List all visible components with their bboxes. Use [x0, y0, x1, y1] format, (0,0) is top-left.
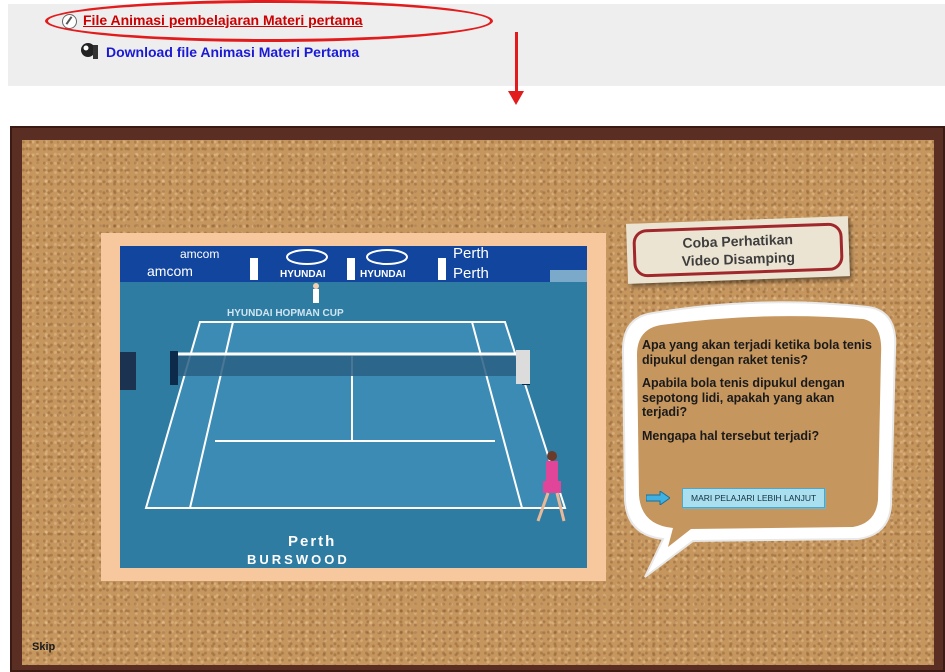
annotation-arrow-head [508, 91, 524, 105]
skip-button[interactable]: Skip [32, 641, 55, 653]
annotation-arrow-line [515, 32, 518, 92]
banner-text-perth-1: Perth [453, 246, 489, 262]
question-3: Mengapa hal tersebut terjadi? [642, 428, 820, 443]
instruction-sign-line-2: Video Disamping [681, 249, 796, 269]
learn-more-button[interactable]: MARI PELAJARI LEBIH LANJUT [682, 488, 826, 508]
banner-text-amcom-2: amcom [147, 263, 193, 279]
court-text-burswood: BURSWOOD [247, 552, 350, 567]
arrow-right-icon [646, 491, 670, 505]
banner-text-amcom-1: amcom [180, 247, 219, 261]
instruction-sign: Coba Perhatikan Video Disamping [626, 216, 850, 284]
instruction-sign-border: Coba Perhatikan Video Disamping [632, 222, 844, 278]
tennis-court-scene: amcom amcom HYUNDAI HYUNDAI Perth Perth … [120, 246, 587, 568]
download-icon [81, 43, 98, 59]
question-1: Apa yang akan terjadi ketika bola tenis … [642, 338, 872, 367]
banner-text-hyundai-2: HYUNDAI [360, 269, 406, 280]
bubble-questions: Apa yang akan terjadi ketika bola tenis … [642, 338, 874, 452]
court-text-perth: Perth [288, 533, 336, 550]
cta-row: MARI PELAJARI LEBIH LANJUT [646, 488, 826, 508]
banner-text-hyundai-1: HYUNDAI [280, 269, 326, 280]
banner-text-perth-2: Perth [453, 265, 489, 282]
court-text-hopman-cup: HYUNDAI HOPMAN CUP [227, 308, 344, 319]
question-2: Apabila bola tenis dipukul dengan sepoto… [642, 376, 845, 419]
highlight-ellipse [45, 0, 493, 42]
download-file-link-label: Download file Animasi Materi Pertama [106, 44, 360, 60]
download-file-link[interactable]: Download file Animasi Materi Pertama [81, 43, 360, 60]
tennis-video[interactable]: amcom amcom HYUNDAI HYUNDAI Perth Perth … [120, 246, 587, 568]
